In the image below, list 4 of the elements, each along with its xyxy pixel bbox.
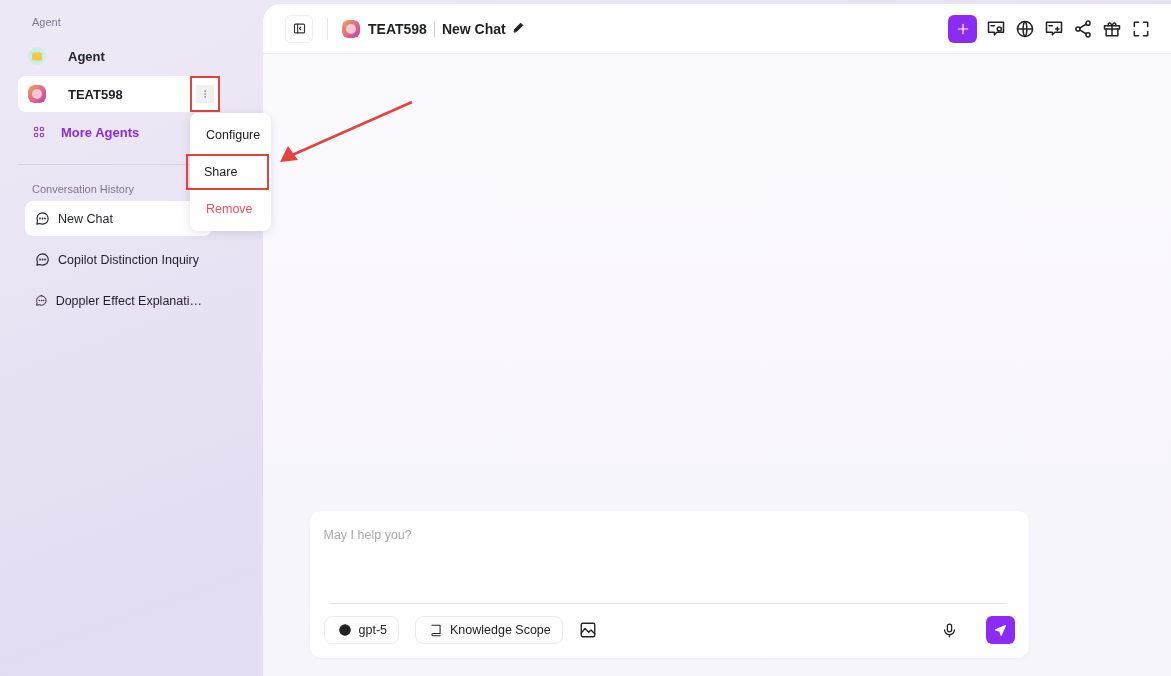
section-label: Agent: [31, 15, 62, 30]
chat-title: New Chat: [441, 20, 506, 37]
agent-name: TEAT598: [368, 20, 427, 37]
section-label: Conversation History: [32, 183, 135, 195]
